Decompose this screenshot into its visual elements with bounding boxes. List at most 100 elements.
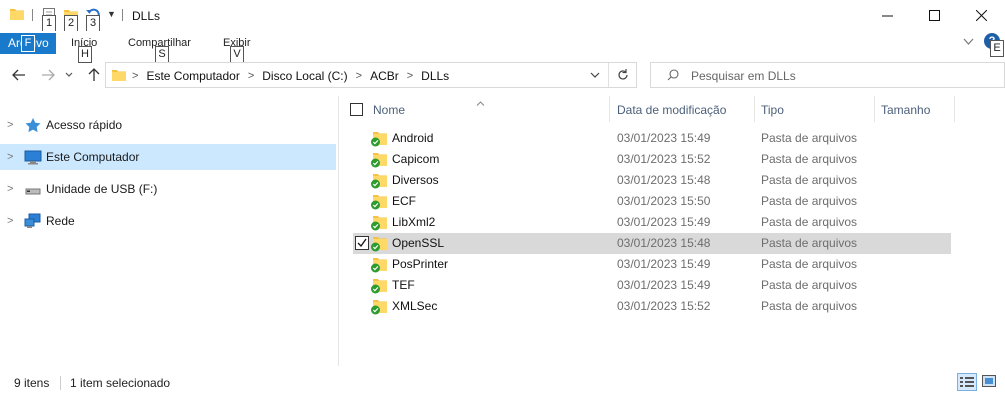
file-row[interactable]: TEF 03/01/2023 15:49 Pasta de arquivos	[353, 275, 951, 296]
chevron-right-icon: >	[355, 70, 363, 82]
address-history-button[interactable]	[584, 63, 606, 87]
file-date: 03/01/2023 15:50	[617, 194, 711, 208]
synced-folder-icon	[371, 216, 387, 231]
title-bar: 1 2 3 ▼ DLLs	[0, 0, 1005, 32]
large-icons-view-icon	[982, 375, 996, 387]
chevron-right-icon[interactable]: >	[7, 183, 13, 195]
file-row[interactable]: OpenSSL 03/01/2023 15:48 Pasta de arquivos	[353, 233, 951, 254]
chevron-right-icon[interactable]: >	[7, 119, 13, 131]
minimize-button[interactable]	[864, 0, 910, 31]
close-button[interactable]	[958, 0, 1004, 31]
column-divider[interactable]	[954, 96, 955, 122]
nav-item-network[interactable]: > Rede	[0, 208, 336, 234]
file-name: Android	[392, 131, 434, 145]
breadcrumb-item[interactable]: ACBr	[370, 69, 399, 83]
search-box[interactable]: Pesquisar em DLLs	[650, 62, 1005, 88]
maximize-icon	[928, 10, 940, 21]
file-row[interactable]: Diversos 03/01/2023 15:48 Pasta de arquivo…	[353, 170, 951, 191]
column-divider[interactable]	[609, 96, 610, 122]
undo-quick-button[interactable]: 3	[85, 4, 101, 32]
breadcrumb-item[interactable]: Este Computador	[146, 69, 239, 83]
back-button[interactable]	[9, 65, 29, 85]
selection-count: 1 item selecionado	[70, 376, 171, 390]
keytip-2: 2	[64, 15, 78, 32]
item-count: 9 itens	[14, 376, 50, 390]
file-date: 03/01/2023 15:52	[617, 152, 711, 166]
minimize-icon	[881, 15, 893, 17]
recent-locations-button[interactable]	[63, 65, 75, 85]
file-name: Diversos	[392, 173, 439, 187]
customize-quick-access-button[interactable]: ▼	[107, 9, 116, 19]
file-row[interactable]: Capicom 03/01/2023 15:52 Pasta de arquivos	[353, 149, 951, 170]
separator	[60, 376, 61, 390]
chevron-right-icon[interactable]: >	[7, 215, 13, 227]
nav-item-label: Unidade de USB (F:)	[46, 182, 158, 196]
breadcrumb-item[interactable]: DLLs	[421, 69, 449, 83]
column-header-date[interactable]: Data de modificação	[617, 103, 726, 117]
column-header-size[interactable]: Tamanho	[881, 103, 930, 117]
new-folder-quick-button[interactable]: 2	[63, 4, 79, 32]
chevron-right-icon: >	[406, 70, 414, 82]
synced-folder-icon	[371, 279, 387, 294]
file-type: Pasta de arquivos	[761, 173, 858, 187]
file-row[interactable]: LibXml2 03/01/2023 15:49 Pasta de arquivos	[353, 212, 951, 233]
column-divider[interactable]	[874, 96, 875, 122]
breadcrumb-item[interactable]: Disco Local (C:)	[262, 69, 347, 83]
refresh-button[interactable]	[610, 63, 636, 87]
folder-icon	[112, 70, 126, 81]
search-placeholder: Pesquisar em DLLs	[691, 69, 796, 83]
file-row[interactable]: Android 03/01/2023 15:49 Pasta de arquivos	[353, 128, 951, 149]
keytip-3: 3	[86, 15, 100, 32]
keytip-file: F	[21, 35, 35, 52]
details-view-button[interactable]	[957, 373, 977, 391]
file-row[interactable]: ECF 03/01/2023 15:50 Pasta de arquivos	[353, 191, 951, 212]
nav-item-label: Rede	[46, 214, 75, 228]
nav-item-usb-drive[interactable]: > Unidade de USB (F:)	[0, 176, 336, 202]
arrow-right-icon	[42, 69, 55, 81]
nav-item-this-pc[interactable]: > Este Computador	[0, 144, 336, 170]
synced-folder-icon	[371, 258, 387, 273]
separator	[122, 9, 123, 21]
folder-icon	[10, 9, 24, 20]
chevron-right-icon: >	[247, 70, 255, 82]
chevron-right-icon: >	[132, 70, 139, 82]
nav-item-quick-access[interactable]: > Acesso rápido	[0, 112, 336, 138]
pane-splitter[interactable]	[338, 96, 339, 366]
file-date: 03/01/2023 15:52	[617, 299, 711, 313]
forward-button[interactable]	[38, 65, 58, 85]
file-row[interactable]: PosPrinter 03/01/2023 15:49 Pasta de arqui…	[353, 254, 951, 275]
file-type: Pasta de arquivos	[761, 278, 858, 292]
file-type: Pasta de arquivos	[761, 257, 858, 271]
details-view-icon	[960, 377, 974, 387]
file-date: 03/01/2023 15:49	[617, 278, 711, 292]
address-bar[interactable]: > Este Computador > Disco Local (C:) > A…	[105, 62, 637, 88]
window-title: DLLs	[132, 9, 161, 23]
synced-folder-icon	[371, 300, 387, 315]
column-header-name[interactable]: Nome	[373, 103, 405, 117]
synced-folder-icon	[371, 153, 387, 168]
chevron-right-icon[interactable]: >	[7, 151, 13, 163]
file-type: Pasta de arquivos	[761, 215, 858, 229]
file-row[interactable]: XMLSec 03/01/2023 15:52 Pasta de arquivos	[353, 296, 951, 317]
file-type: Pasta de arquivos	[761, 299, 858, 313]
column-header-row: Nome Data de modificação Tipo Tamanho	[345, 96, 1005, 124]
column-divider[interactable]	[754, 96, 755, 122]
nav-item-label: Este Computador	[46, 150, 140, 164]
file-date: 03/01/2023 15:48	[617, 236, 711, 250]
file-type: Pasta de arquivos	[761, 152, 858, 166]
file-type: Pasta de arquivos	[761, 194, 858, 208]
nav-item-label: Acesso rápido	[46, 118, 123, 132]
column-header-type[interactable]: Tipo	[761, 103, 784, 117]
search-icon	[667, 69, 679, 81]
up-button[interactable]	[84, 65, 104, 85]
row-checkbox[interactable]	[355, 236, 369, 250]
properties-quick-button[interactable]: 1	[41, 4, 57, 32]
maximize-button[interactable]	[911, 0, 957, 31]
large-icons-view-button[interactable]	[981, 374, 997, 390]
expand-ribbon-button[interactable]	[963, 35, 974, 49]
synced-folder-icon	[371, 195, 387, 210]
file-type: Pasta de arquivos	[761, 131, 858, 145]
select-all-checkbox[interactable]	[350, 103, 363, 116]
file-name: OpenSSL	[392, 236, 445, 250]
chevron-down-icon	[65, 72, 73, 77]
